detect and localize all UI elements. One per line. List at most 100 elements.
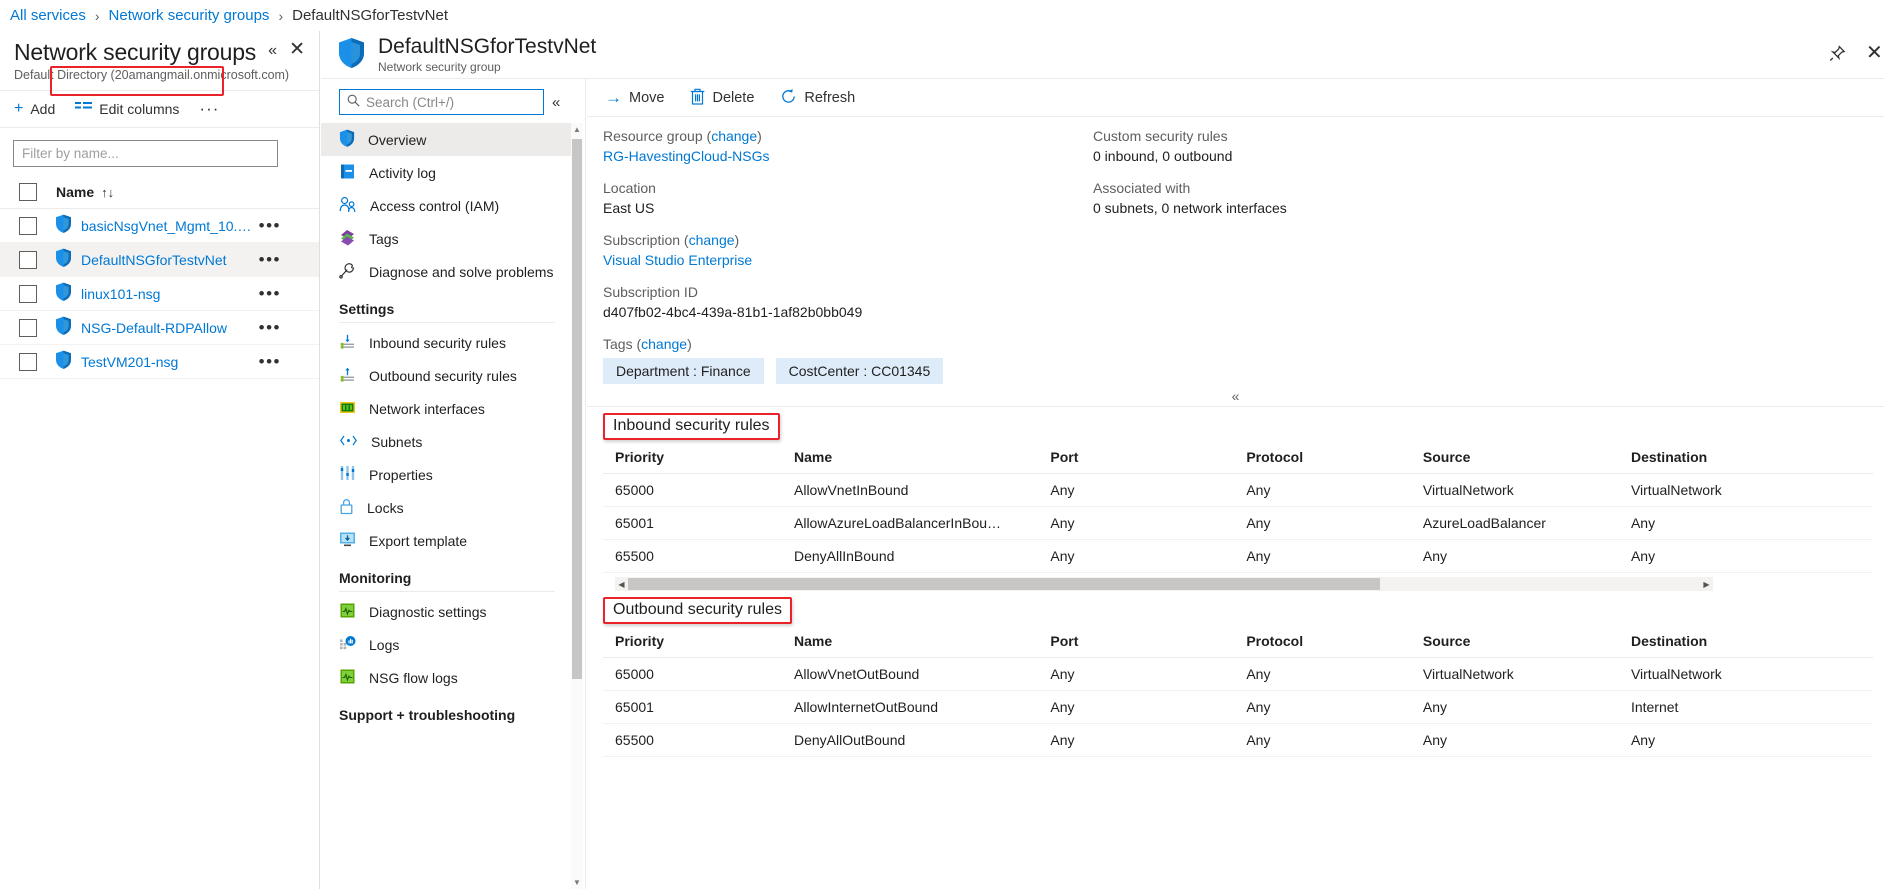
row-context-menu-button[interactable]: ••• bbox=[259, 217, 281, 234]
table-row[interactable]: 65001 AllowAzureLoadBalancerInBou… Any Any A… bbox=[603, 506, 1873, 540]
cell-port: Any bbox=[1038, 690, 1235, 724]
change-tags-link[interactable]: change bbox=[641, 336, 687, 352]
sidebar-item-activity-log[interactable]: Activity log bbox=[321, 156, 571, 189]
resource-command-bar: → Move Delete Refresh bbox=[587, 79, 1884, 117]
sidebar-item-outbound-security-rules[interactable]: Outbound security rules bbox=[321, 359, 571, 392]
sidebar-item-subnets[interactable]: Subnets bbox=[321, 425, 571, 458]
nav-scroll-up-icon[interactable]: ▲ bbox=[571, 123, 583, 136]
sidebar-item-inbound-security-rules[interactable]: Inbound security rules bbox=[321, 326, 571, 359]
pin-icon[interactable] bbox=[1829, 45, 1846, 66]
row-checkbox[interactable] bbox=[19, 216, 37, 235]
column-header-name[interactable]: Name bbox=[782, 626, 1039, 658]
list-item[interactable]: DefaultNSGforTestvNet ••• bbox=[0, 243, 319, 277]
scroll-left-icon[interactable]: ◀ bbox=[615, 580, 628, 589]
column-header-source[interactable]: Source bbox=[1410, 626, 1619, 658]
table-row[interactable]: 65000 AllowVnetInBound Any Any VirtualNetwor… bbox=[603, 473, 1873, 507]
breadcrumb-item-all-services[interactable]: All services bbox=[10, 7, 86, 24]
sidebar-item-network-interfaces[interactable]: Network interfaces bbox=[321, 392, 571, 425]
table-row[interactable]: 65500 DenyAllInBound Any Any Any Any bbox=[603, 539, 1873, 573]
column-header-protocol[interactable]: Protocol bbox=[1234, 442, 1411, 474]
column-header-source[interactable]: Source bbox=[1410, 442, 1619, 474]
list-item-label[interactable]: NSG-Default-RDPAllow bbox=[81, 320, 227, 336]
sidebar-item-locks[interactable]: Locks bbox=[321, 491, 571, 524]
cell-name: AllowAzureLoadBalancerInBou… bbox=[782, 506, 1039, 540]
sidebar-item-logs[interactable]: Logs bbox=[321, 628, 571, 661]
add-button[interactable]: + Add bbox=[14, 101, 55, 118]
cell-protocol: Any bbox=[1234, 657, 1411, 691]
collapse-nav-icon[interactable]: « bbox=[552, 94, 560, 111]
column-header-port[interactable]: Port bbox=[1038, 626, 1235, 658]
horizontal-scrollbar-thumb[interactable] bbox=[628, 578, 1380, 590]
row-checkbox[interactable] bbox=[19, 318, 37, 337]
collapse-blade-icon[interactable]: « bbox=[268, 43, 277, 59]
sidebar-item-diagnose-and-solve-problems[interactable]: Diagnose and solve problems bbox=[321, 255, 571, 288]
list-item[interactable]: TestVM201-nsg ••• bbox=[0, 345, 319, 379]
refresh-button[interactable]: Refresh bbox=[780, 88, 855, 108]
inbound-table-horizontal-scrollbar[interactable]: ◀ ▶ bbox=[615, 577, 1713, 591]
list-item[interactable]: basicNsgVnet_Mgmt_10.10.1… ••• bbox=[0, 209, 319, 243]
search-input[interactable]: Search (Ctrl+/) bbox=[339, 89, 544, 115]
sidebar-item-tags[interactable]: Tags bbox=[321, 222, 571, 255]
list-item-label[interactable]: DefaultNSGforTestvNet bbox=[81, 252, 227, 268]
move-button[interactable]: → Move bbox=[605, 89, 664, 106]
column-header-port[interactable]: Port bbox=[1038, 442, 1235, 474]
cell-source: Any bbox=[1410, 723, 1619, 757]
filter-by-name-input[interactable] bbox=[13, 140, 278, 167]
delete-button[interactable]: Delete bbox=[690, 88, 754, 108]
sort-icon[interactable]: ↑↓ bbox=[101, 185, 114, 200]
list-item-label[interactable]: linux101-nsg bbox=[81, 286, 160, 302]
list-item-label[interactable]: basicNsgVnet_Mgmt_10.10.1… bbox=[81, 218, 253, 234]
close-resource-blade-icon[interactable]: ✕ bbox=[1866, 40, 1880, 65]
row-checkbox[interactable] bbox=[19, 352, 37, 371]
list-item-label[interactable]: TestVM201-nsg bbox=[81, 354, 178, 370]
sidebar-item-diagnostic-settings[interactable]: Diagnostic settings bbox=[321, 595, 571, 628]
cell-protocol: Any bbox=[1234, 539, 1411, 573]
nav-scrollbar-thumb[interactable] bbox=[572, 139, 582, 679]
sidebar-item-overview[interactable]: Overview bbox=[321, 123, 571, 156]
nav-scrollbar[interactable]: ▲ ▼ bbox=[571, 123, 583, 889]
row-context-menu-button[interactable]: ••• bbox=[259, 353, 281, 370]
sidebar-item-access-control-iam[interactable]: Access control (IAM) bbox=[321, 189, 571, 222]
list-item[interactable]: NSG-Default-RDPAllow ••• bbox=[0, 311, 319, 345]
table-row[interactable]: 65001 AllowInternetOutBound Any Any Any Inter… bbox=[603, 690, 1873, 724]
nav-scroll-down-icon[interactable]: ▼ bbox=[571, 876, 583, 889]
tag-pill[interactable]: CostCenter : CC01345 bbox=[775, 358, 944, 384]
list-item[interactable]: linux101-nsg ••• bbox=[0, 277, 319, 311]
sidebar-item-label: Inbound security rules bbox=[369, 334, 506, 351]
more-commands-button[interactable]: ··· bbox=[199, 99, 219, 119]
row-context-menu-button[interactable]: ••• bbox=[259, 251, 281, 268]
edit-columns-label: Edit columns bbox=[99, 101, 180, 117]
column-header-destination[interactable]: Destination bbox=[1618, 626, 1873, 658]
sidebar-item-properties[interactable]: Properties bbox=[321, 458, 571, 491]
column-header-priority[interactable]: Priority bbox=[603, 442, 782, 474]
tag-pill[interactable]: Department : Finance bbox=[603, 358, 764, 384]
row-context-menu-button[interactable]: ••• bbox=[259, 319, 281, 336]
essentials-label-location: Location bbox=[603, 180, 656, 196]
change-resource-group-link[interactable]: change bbox=[711, 128, 757, 144]
essentials-value-resource-group[interactable]: RG-HavestingCloud-NSGs bbox=[603, 146, 1093, 166]
select-all-checkbox[interactable] bbox=[19, 183, 37, 201]
column-header-name[interactable]: Name bbox=[782, 442, 1039, 474]
collapse-essentials-button[interactable]: « bbox=[587, 385, 1884, 407]
outbound-rules-table: Priority Name Port Protocol Source Desti… bbox=[603, 626, 1873, 757]
edit-columns-button[interactable]: Edit columns bbox=[75, 101, 179, 117]
table-header-row: Priority Name Port Protocol Source Desti… bbox=[603, 442, 1873, 474]
cell-source: AzureLoadBalancer bbox=[1410, 506, 1619, 540]
essentials-value-subscription[interactable]: Visual Studio Enterprise bbox=[603, 250, 1093, 270]
column-header-protocol[interactable]: Protocol bbox=[1234, 626, 1411, 658]
table-row[interactable]: 65500 DenyAllOutBound Any Any Any Any bbox=[603, 723, 1873, 757]
change-subscription-link[interactable]: change bbox=[689, 232, 735, 248]
close-blade-icon[interactable]: ✕ bbox=[289, 40, 305, 59]
column-header-destination[interactable]: Destination bbox=[1618, 442, 1873, 474]
breadcrumb-item-network-security-groups[interactable]: Network security groups bbox=[109, 7, 270, 24]
column-header-priority[interactable]: Priority bbox=[603, 626, 782, 658]
row-checkbox[interactable] bbox=[19, 284, 37, 303]
table-row[interactable]: 65000 AllowVnetOutBound Any Any VirtualNetwo… bbox=[603, 657, 1873, 691]
row-context-menu-button[interactable]: ••• bbox=[259, 285, 281, 302]
cell-port: Any bbox=[1038, 539, 1235, 573]
sidebar-item-export-template[interactable]: Export template bbox=[321, 524, 571, 557]
cell-source: Any bbox=[1410, 690, 1619, 724]
scroll-right-icon[interactable]: ▶ bbox=[1700, 580, 1713, 589]
sidebar-item-nsg-flow-logs[interactable]: NSG flow logs bbox=[321, 661, 571, 694]
row-checkbox[interactable] bbox=[19, 250, 37, 269]
